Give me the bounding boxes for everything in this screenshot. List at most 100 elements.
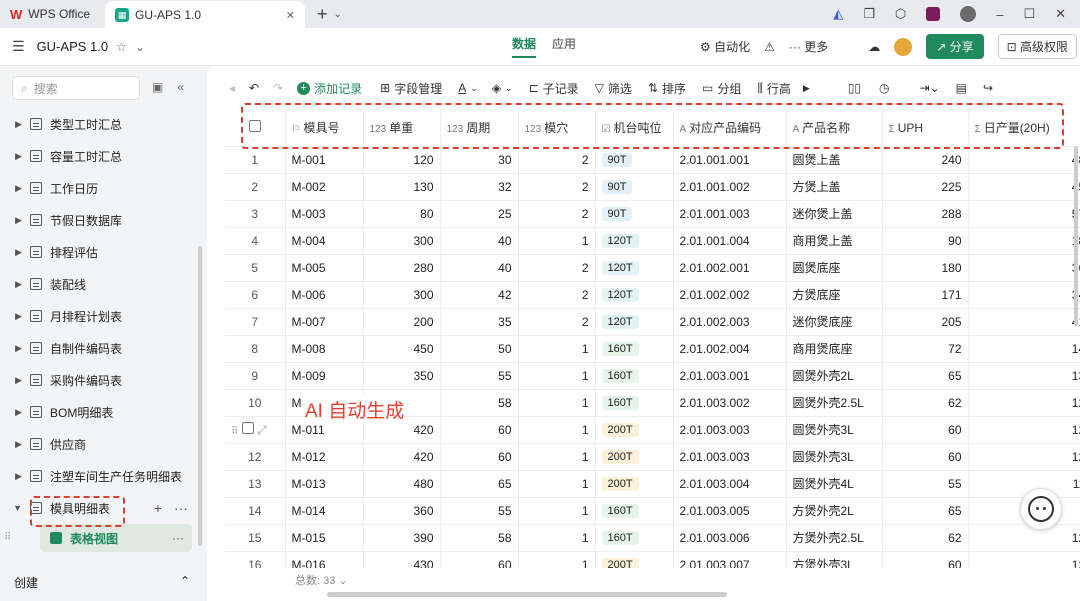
daily-output-cell[interactable]: 4500	[968, 173, 1080, 201]
product-name-cell[interactable]: 圆煲上盖	[786, 146, 883, 174]
more-arrow-icon[interactable]: ▶	[803, 83, 810, 94]
weight-cell[interactable]: 390	[363, 524, 441, 552]
product-name-cell[interactable]: 方煲外壳2L	[786, 497, 883, 525]
expand-icon[interactable]: ▶	[0, 471, 22, 482]
mold-cell[interactable]: M-013	[285, 470, 364, 498]
weight-cell[interactable]: 450	[363, 335, 441, 363]
ai-icon[interactable]: ◭	[833, 6, 843, 22]
row-number-cell[interactable]: 16	[225, 551, 286, 568]
product-name-cell[interactable]: 方煲外壳2.5L	[786, 524, 883, 552]
cavity-cell[interactable]: 1	[518, 362, 596, 390]
sub-record-button[interactable]: ⊏ 子记录	[529, 80, 579, 97]
collaborator-avatar[interactable]	[894, 37, 913, 56]
mold-cell[interactable]: M-012	[285, 443, 364, 471]
row-number-cell[interactable]: 7	[225, 308, 286, 336]
tonnage-cell[interactable]: 90T	[595, 200, 674, 228]
table-row[interactable]: 15 M-015 390 58 1 160T 2.01.003.006 方煲外壳2.5L 62 1…	[225, 524, 1080, 552]
uph-cell[interactable]: 60	[882, 443, 969, 471]
tab-wps-office[interactable]: W WPS Office	[0, 0, 105, 28]
sidebar-item-holidays[interactable]: ▶ 节假日数据库	[0, 204, 200, 236]
product-name-cell[interactable]: 圆煲外壳3L	[786, 443, 883, 471]
daily-output-cell[interactable]: 3420	[968, 281, 1080, 309]
sidebar-item-injection-tasks[interactable]: ▶ 注塑车间生产任务明细表	[0, 460, 200, 492]
uph-cell[interactable]: 205	[882, 308, 969, 336]
table-row[interactable]: 3 M-003 80 25 2 90T 2.01.001.003 迷你煲上盖 288 5760	[225, 200, 1080, 228]
cycle-cell[interactable]: 32	[440, 173, 519, 201]
expand-icon[interactable]: ▶	[0, 407, 22, 418]
daily-output-cell[interactable]: 4100	[968, 308, 1080, 336]
cycle-cell[interactable]: 25	[440, 200, 519, 228]
daily-output-cell[interactable]: 1440	[968, 335, 1080, 363]
product-code-cell[interactable]: 2.01.003.005	[673, 497, 787, 525]
weight-cell[interactable]: 300	[363, 227, 441, 255]
mold-cell[interactable]: M-003	[285, 200, 364, 228]
row-number-cell[interactable]: 5	[225, 254, 286, 282]
cycle-cell[interactable]: 50	[440, 335, 519, 363]
cycle-cell[interactable]: 40	[440, 254, 519, 282]
fill-color-button[interactable]: ◈ ⌄	[492, 81, 513, 95]
weight-cell[interactable]: 120	[363, 146, 441, 174]
product-name-cell[interactable]: 圆煲底座	[786, 254, 883, 282]
weight-cell[interactable]: 200	[363, 308, 441, 336]
expand-icon[interactable]: ▶	[0, 311, 22, 322]
row-number-cell[interactable]: 6	[225, 281, 286, 309]
table-row[interactable]: 16 M-016 430 60 1 200T 2.01.003.007 方煲外壳3L 60 120…	[225, 551, 1080, 568]
weight-cell[interactable]: 130	[363, 173, 441, 201]
sidebar-item-type-hours[interactable]: ▶ 类型工时汇总	[0, 108, 200, 140]
product-code-cell[interactable]: 2.01.003.006	[673, 524, 787, 552]
more-icon[interactable]: ···	[172, 531, 184, 545]
cycle-cell[interactable]: 42	[440, 281, 519, 309]
share-link-icon[interactable]: ↪	[983, 81, 993, 95]
chevron-down-icon[interactable]: ⌄	[334, 9, 342, 20]
uph-cell[interactable]: 180	[882, 254, 969, 282]
uph-cell[interactable]: 72	[882, 335, 969, 363]
menu-icon[interactable]: ☰	[12, 38, 25, 55]
cloud-icon[interactable]: ☁	[868, 40, 880, 54]
daily-output-cell[interactable]: 5760	[968, 200, 1080, 228]
layout-split-icon[interactable]: ▯▯	[848, 81, 861, 95]
minimize-button[interactable]: –	[996, 7, 1003, 22]
uph-cell[interactable]: 60	[882, 551, 969, 568]
sort-button[interactable]: ⇅ 排序	[648, 80, 686, 97]
cavity-cell[interactable]: 2	[518, 254, 596, 282]
cycle-cell[interactable]: 30	[440, 146, 519, 174]
row-number-cell[interactable]: 2	[225, 173, 286, 201]
close-window-button[interactable]: ✕	[1055, 6, 1066, 22]
cycle-cell[interactable]: 60	[440, 416, 519, 444]
advanced-permissions-button[interactable]: ⊡ 高级权限	[997, 34, 1078, 59]
collapse-icon[interactable]: ▼	[0, 503, 22, 513]
chevron-down-icon[interactable]: ⌄	[338, 575, 347, 587]
star-icon[interactable]: ☆	[116, 40, 127, 54]
tonnage-cell[interactable]: 160T	[595, 524, 674, 552]
tonnage-cell[interactable]: 200T	[595, 443, 674, 471]
weight-cell[interactable]: 430	[363, 551, 441, 568]
product-name-cell[interactable]: 圆煲外壳4L	[786, 470, 883, 498]
drag-handle-icon[interactable]: ⠿	[4, 532, 11, 543]
field-manage-button[interactable]: ⊞ 字段管理	[380, 80, 442, 97]
table-row[interactable]: 9 M-009 350 55 1 160T 2.01.003.001 圆煲外壳2L 65 1300	[225, 362, 1080, 390]
product-code-cell[interactable]: 2.01.001.001	[673, 146, 787, 174]
tonnage-cell[interactable]: 160T	[595, 389, 674, 417]
mold-cell[interactable]: M-007	[285, 308, 364, 336]
mold-cell[interactable]: M-005	[285, 254, 364, 282]
create-section[interactable]: 创建 ⌃	[14, 574, 190, 591]
chevron-up-icon[interactable]: ⌃	[180, 574, 190, 591]
sidebar-item-schedule-eval[interactable]: ▶ 排程评估	[0, 236, 200, 268]
history-icon[interactable]: ◷	[879, 81, 889, 95]
sidebar-scrollbar[interactable]	[198, 246, 202, 546]
expand-icon[interactable]: ▶	[0, 183, 22, 194]
restore-icon[interactable]: ❐	[863, 6, 875, 22]
chevron-down-icon[interactable]: ⌄	[135, 40, 145, 54]
product-name-cell[interactable]: 方煲外壳3L	[786, 551, 883, 568]
cavity-cell[interactable]: 1	[518, 443, 596, 471]
close-tab-icon[interactable]: ✕	[286, 9, 295, 22]
product-code-cell[interactable]: 2.01.003.001	[673, 362, 787, 390]
product-code-cell[interactable]: 2.01.003.007	[673, 551, 787, 568]
cube-icon[interactable]: ⬡	[895, 6, 906, 22]
mold-cell[interactable]: M-004	[285, 227, 364, 255]
collapse-sidebar-icon[interactable]: «	[177, 80, 184, 94]
text-color-button[interactable]: A ⌄	[458, 81, 478, 95]
expand-icon[interactable]: ▶	[0, 215, 22, 226]
row-checkbox[interactable]	[241, 421, 254, 434]
horizontal-scrollbar[interactable]	[327, 592, 727, 597]
